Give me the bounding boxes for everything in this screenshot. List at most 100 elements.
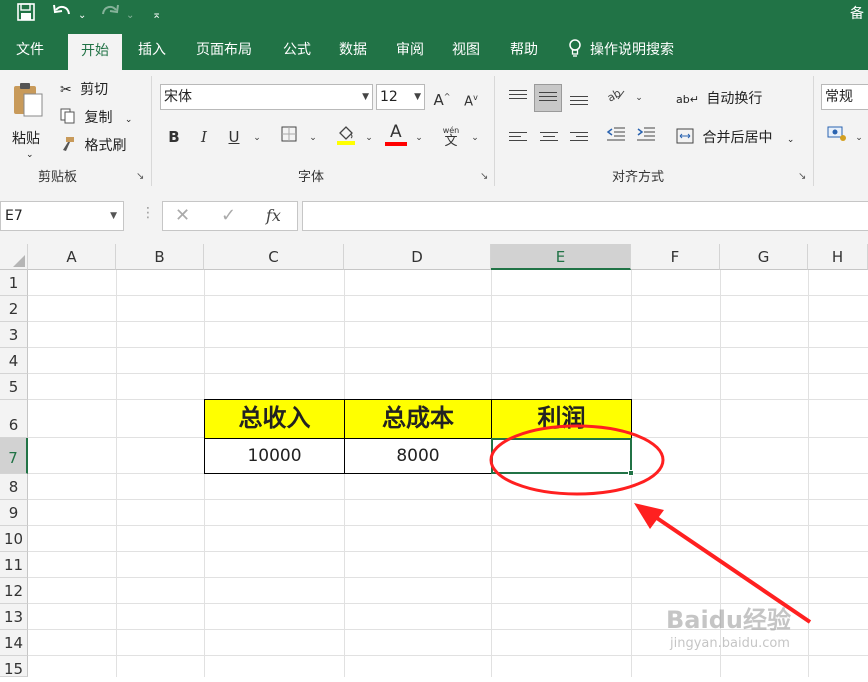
- font-size-combo[interactable]: 12 ▼: [376, 84, 425, 110]
- save-icon[interactable]: [17, 3, 35, 26]
- alignment-launcher-icon[interactable]: ↘: [798, 171, 806, 182]
- align-top-icon[interactable]: [509, 90, 527, 102]
- tell-me-search[interactable]: 操作说明搜索: [568, 30, 698, 70]
- merge-center-button[interactable]: 合并后居中 ⌄: [676, 127, 794, 147]
- paste-dropdown-icon: ⌄: [26, 150, 34, 160]
- font-color-button[interactable]: A: [385, 122, 407, 146]
- align-right-icon[interactable]: [570, 132, 588, 144]
- orientation-dropdown-icon[interactable]: ⌄: [628, 87, 650, 109]
- number-format-value: 常规: [825, 89, 853, 105]
- fill-color-dropdown-icon[interactable]: ⌄: [358, 127, 380, 149]
- tab-help[interactable]: 帮助: [502, 30, 546, 70]
- copy-dropdown-icon[interactable]: ⌄: [125, 115, 133, 125]
- increase-indent-button[interactable]: [635, 126, 657, 148]
- paste-label: 粘贴: [12, 131, 40, 147]
- shrink-font-button[interactable]: Av: [460, 87, 482, 109]
- worksheet-grid[interactable]: A B C D E F G H 1 2 3 4 5 6 7 8 9 10 11 …: [0, 244, 868, 678]
- format-painter-button[interactable]: 格式刷: [60, 135, 126, 155]
- number-format-combo[interactable]: 常规: [821, 84, 868, 110]
- wrap-text-icon: ab↵: [676, 93, 699, 106]
- fill-color-button[interactable]: [335, 124, 357, 146]
- borders-dropdown-icon[interactable]: ⌄: [302, 127, 324, 149]
- divider: [494, 76, 495, 186]
- tab-insert[interactable]: 插入: [130, 30, 174, 70]
- font-name-value: 宋体: [164, 89, 192, 105]
- undo-icon[interactable]: [52, 3, 72, 26]
- underline-dropdown-icon[interactable]: ⌄: [246, 127, 268, 149]
- wrap-text-label: 自动换行: [706, 91, 763, 107]
- name-box[interactable]: E7 ▼: [0, 201, 124, 231]
- copy-label: 复制: [84, 110, 113, 126]
- alignment-group-label: 对齐方式: [612, 170, 665, 185]
- align-left-icon[interactable]: [509, 132, 527, 144]
- undo-dropdown-icon[interactable]: ⌄: [78, 6, 86, 26]
- chevron-down-icon: ▼: [414, 92, 421, 102]
- drag-handle-icon[interactable]: ⋮: [141, 205, 155, 221]
- ribbon-tabs: 文件 开始 插入 页面布局 公式 数据 审阅 视图 帮助 操作说明搜索: [0, 30, 868, 70]
- phonetic-button[interactable]: wén 文: [440, 125, 462, 149]
- decrease-indent-button[interactable]: [605, 126, 627, 148]
- grow-font-button[interactable]: A^: [431, 86, 453, 109]
- redo-dropdown-icon[interactable]: ⌄: [126, 6, 134, 26]
- format-painter-label: 格式刷: [84, 138, 127, 154]
- tab-data[interactable]: 数据: [331, 30, 375, 70]
- clipboard-icon: [12, 82, 46, 122]
- clipboard-launcher-icon[interactable]: ↘: [136, 171, 144, 182]
- phonetic-dropdown-icon[interactable]: ⌄: [464, 127, 486, 149]
- orientation-button[interactable]: ab: [605, 85, 627, 107]
- decrease-indent-icon: [606, 127, 625, 141]
- copy-button[interactable]: 复制 ⌄: [60, 107, 132, 127]
- paste-button[interactable]: 粘贴 ⌄: [10, 78, 50, 162]
- tab-review[interactable]: 审阅: [388, 30, 432, 70]
- paint-bucket-icon: [337, 126, 355, 145]
- merge-dropdown-icon[interactable]: ⌄: [787, 135, 795, 145]
- accounting-format-button[interactable]: [826, 125, 848, 147]
- align-middle-icon: [539, 92, 557, 104]
- tab-home[interactable]: 开始: [68, 34, 122, 70]
- search-label: 操作说明搜索: [590, 42, 674, 58]
- tab-file[interactable]: 文件: [8, 30, 52, 70]
- underline-button[interactable]: U: [223, 126, 245, 148]
- bold-button[interactable]: B: [163, 126, 185, 148]
- formula-input[interactable]: [302, 201, 868, 231]
- align-bottom-icon[interactable]: [570, 96, 588, 108]
- brush-icon: [60, 137, 80, 154]
- accounting-dropdown-icon[interactable]: ⌄: [848, 127, 868, 149]
- merge-icon: [676, 128, 698, 146]
- insert-function-button[interactable]: fx: [266, 206, 281, 225]
- italic-button[interactable]: I: [193, 126, 215, 148]
- currency-icon: [827, 126, 846, 141]
- align-middle-button[interactable]: [534, 84, 562, 112]
- lightbulb-icon: [568, 30, 590, 70]
- annotation-arrowhead: [634, 503, 664, 529]
- chevron-down-icon: ▼: [110, 211, 117, 221]
- tab-page-layout[interactable]: 页面布局: [188, 30, 260, 70]
- align-center-icon[interactable]: [540, 132, 558, 144]
- shrink-font-icon: A: [464, 94, 474, 110]
- font-group-label: 字体: [298, 170, 325, 185]
- formula-buttons: ✕ ✓ fx: [162, 201, 298, 231]
- font-color-dropdown-icon[interactable]: ⌄: [408, 127, 430, 149]
- merge-center-label: 合并后居中: [702, 130, 773, 146]
- grow-font-icon: A: [433, 91, 444, 109]
- cancel-icon[interactable]: ✕: [175, 205, 190, 226]
- wrap-text-button[interactable]: ab↵ 自动换行: [676, 88, 762, 108]
- name-box-value: E7: [5, 208, 23, 224]
- font-color-swatch: [385, 142, 407, 146]
- cut-button[interactable]: ✂ 剪切: [60, 79, 108, 99]
- tab-formulas[interactable]: 公式: [275, 30, 319, 70]
- customize-quick-access-icon[interactable]: ⌅: [152, 5, 161, 25]
- chevron-down-icon: ▼: [362, 92, 369, 102]
- font-launcher-icon[interactable]: ↘: [480, 171, 488, 182]
- tab-view[interactable]: 视图: [444, 30, 488, 70]
- borders-button[interactable]: [278, 126, 300, 148]
- orientation-icon: ab: [605, 86, 625, 105]
- watermark-url: jingyan.baidu.com: [670, 636, 790, 651]
- phonetic-char: 文: [444, 134, 458, 149]
- highlight-ellipse: [489, 424, 665, 496]
- redo-icon[interactable]: [100, 3, 120, 26]
- font-size-value: 12: [380, 89, 398, 105]
- font-name-combo[interactable]: 宋体 ▼: [160, 84, 373, 110]
- enter-icon[interactable]: ✓: [221, 205, 236, 226]
- divider: [151, 76, 152, 186]
